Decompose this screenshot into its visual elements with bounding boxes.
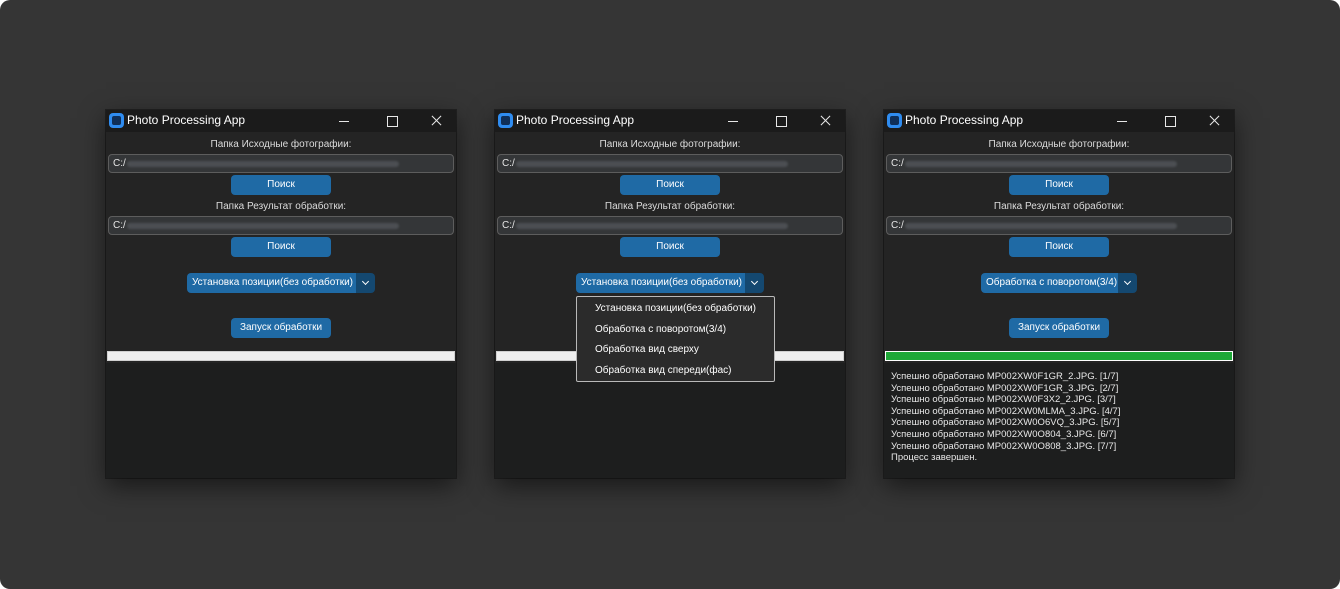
browse-source-button[interactable]: Поиск — [620, 175, 720, 195]
maximize-icon[interactable] — [761, 110, 801, 132]
redacted-path — [516, 161, 788, 167]
path-prefix: C:/ — [502, 220, 515, 231]
progress-bar — [107, 351, 455, 361]
log-line: Успешно обработано MP002XW0F1GR_2.JPG. [… — [891, 371, 1119, 382]
mode-option[interactable]: Установка позиции(без обработки) — [577, 299, 774, 320]
browse-result-button[interactable]: Поиск — [231, 237, 331, 257]
title-bar[interactable]: Photo Processing App — [495, 110, 845, 132]
mode-option[interactable]: Обработка с поворотом(3/4) — [577, 320, 774, 341]
source-folder-label: Папка Исходные фотографии: — [988, 139, 1130, 150]
mode-option[interactable]: Обработка вид спереди(фас) — [577, 361, 774, 382]
source-folder-input[interactable]: C:/ — [108, 154, 454, 173]
log-line: Успешно обработано MP002XW0O6VQ_3.JPG. [… — [891, 417, 1120, 429]
showcase-backdrop: Photo Processing App Папка Исходные фото… — [0, 0, 1340, 589]
title-bar[interactable]: Photo Processing App — [106, 110, 456, 132]
redacted-path — [905, 161, 1177, 167]
source-folder-label: Папка Исходные фотографии: — [210, 139, 352, 150]
result-folder-input[interactable]: C:/ — [886, 216, 1232, 235]
source-folder-label: Папка Исходные фотографии: — [599, 139, 741, 150]
log-line: Успешно обработано MP002XW0O808_3.JPG. [… — [891, 440, 1117, 452]
result-folder-label: Папка Результат обработки: — [215, 201, 347, 212]
redacted-path — [127, 161, 399, 167]
mode-select[interactable]: Обработка с поворотом(3/4) — [981, 273, 1137, 293]
log-line: Процесс завершен. — [891, 452, 978, 464]
log-line: Успешно обработано MP002XW0O804_3.JPG. [… — [891, 428, 1117, 440]
start-processing-button[interactable]: Запуск обработки — [231, 318, 331, 338]
log-panel[interactable]: Успешно обработано MP002XW0F1GR_2.JPG. [… — [884, 363, 1234, 478]
result-folder-input[interactable]: C:/ — [108, 216, 454, 235]
app-icon — [109, 113, 124, 128]
progress-bar — [885, 351, 1233, 361]
close-icon[interactable] — [805, 110, 845, 132]
mode-select-value[interactable]: Установка позиции(без обработки) — [187, 273, 356, 293]
result-folder-label: Папка Результат обработки: — [604, 201, 736, 212]
window-title: Photo Processing App — [127, 113, 246, 127]
mode-select-value[interactable]: Установка позиции(без обработки) — [576, 273, 745, 293]
mode-option[interactable]: Обработка вид сверху — [577, 340, 774, 361]
log-line: Успешно обработано MP002XW0F3X2_2.JPG. [… — [891, 394, 1116, 406]
chevron-down-icon[interactable] — [356, 273, 375, 293]
browse-source-button[interactable]: Поиск — [1009, 175, 1109, 195]
mode-select[interactable]: Установка позиции(без обработки) — [187, 273, 375, 293]
minimize-icon[interactable] — [324, 110, 364, 132]
close-icon[interactable] — [416, 110, 456, 132]
close-icon[interactable] — [1194, 110, 1234, 132]
browse-result-button[interactable]: Поиск — [1009, 237, 1109, 257]
log-panel[interactable] — [106, 363, 456, 478]
mode-select[interactable]: Установка позиции(без обработки) — [576, 273, 764, 293]
chevron-down-icon[interactable] — [1118, 273, 1137, 293]
redacted-path — [905, 223, 1177, 229]
path-prefix: C:/ — [113, 220, 126, 231]
progress-fill — [886, 352, 1232, 360]
mode-select-value[interactable]: Обработка с поворотом(3/4) — [981, 273, 1118, 293]
log-line: Успешно обработано MP002XW0F1GR_3.JPG. [… — [891, 382, 1119, 394]
maximize-icon[interactable] — [1150, 110, 1190, 132]
path-prefix: C:/ — [891, 220, 904, 231]
app-window-dropdown-open: Photo Processing App Папка Исходные фото… — [495, 110, 845, 478]
redacted-path — [127, 223, 399, 229]
redacted-path — [516, 223, 788, 229]
source-folder-input[interactable]: C:/ — [886, 154, 1232, 173]
path-prefix: C:/ — [891, 158, 904, 169]
log-line: Успешно обработано MP002XW0MLMA_3.JPG. [… — [891, 405, 1121, 417]
title-bar[interactable]: Photo Processing App — [884, 110, 1234, 132]
app-window-complete: Photo Processing App Папка Исходные фото… — [884, 110, 1234, 478]
browse-result-button[interactable]: Поиск — [620, 237, 720, 257]
app-icon — [498, 113, 513, 128]
minimize-icon[interactable] — [1102, 110, 1142, 132]
browse-source-button[interactable]: Поиск — [231, 175, 331, 195]
path-prefix: C:/ — [113, 158, 126, 169]
source-folder-input[interactable]: C:/ — [497, 154, 843, 173]
chevron-down-icon[interactable] — [745, 273, 764, 293]
maximize-icon[interactable] — [372, 110, 412, 132]
window-title: Photo Processing App — [905, 113, 1024, 127]
start-processing-button[interactable]: Запуск обработки — [1009, 318, 1109, 338]
path-prefix: C:/ — [502, 158, 515, 169]
window-title: Photo Processing App — [516, 113, 635, 127]
result-folder-label: Папка Результат обработки: — [993, 201, 1125, 212]
app-icon — [887, 113, 902, 128]
result-folder-input[interactable]: C:/ — [497, 216, 843, 235]
app-window-initial: Photo Processing App Папка Исходные фото… — [106, 110, 456, 478]
minimize-icon[interactable] — [713, 110, 753, 132]
mode-dropdown-menu: Установка позиции(без обработки) Обработ… — [576, 296, 775, 382]
